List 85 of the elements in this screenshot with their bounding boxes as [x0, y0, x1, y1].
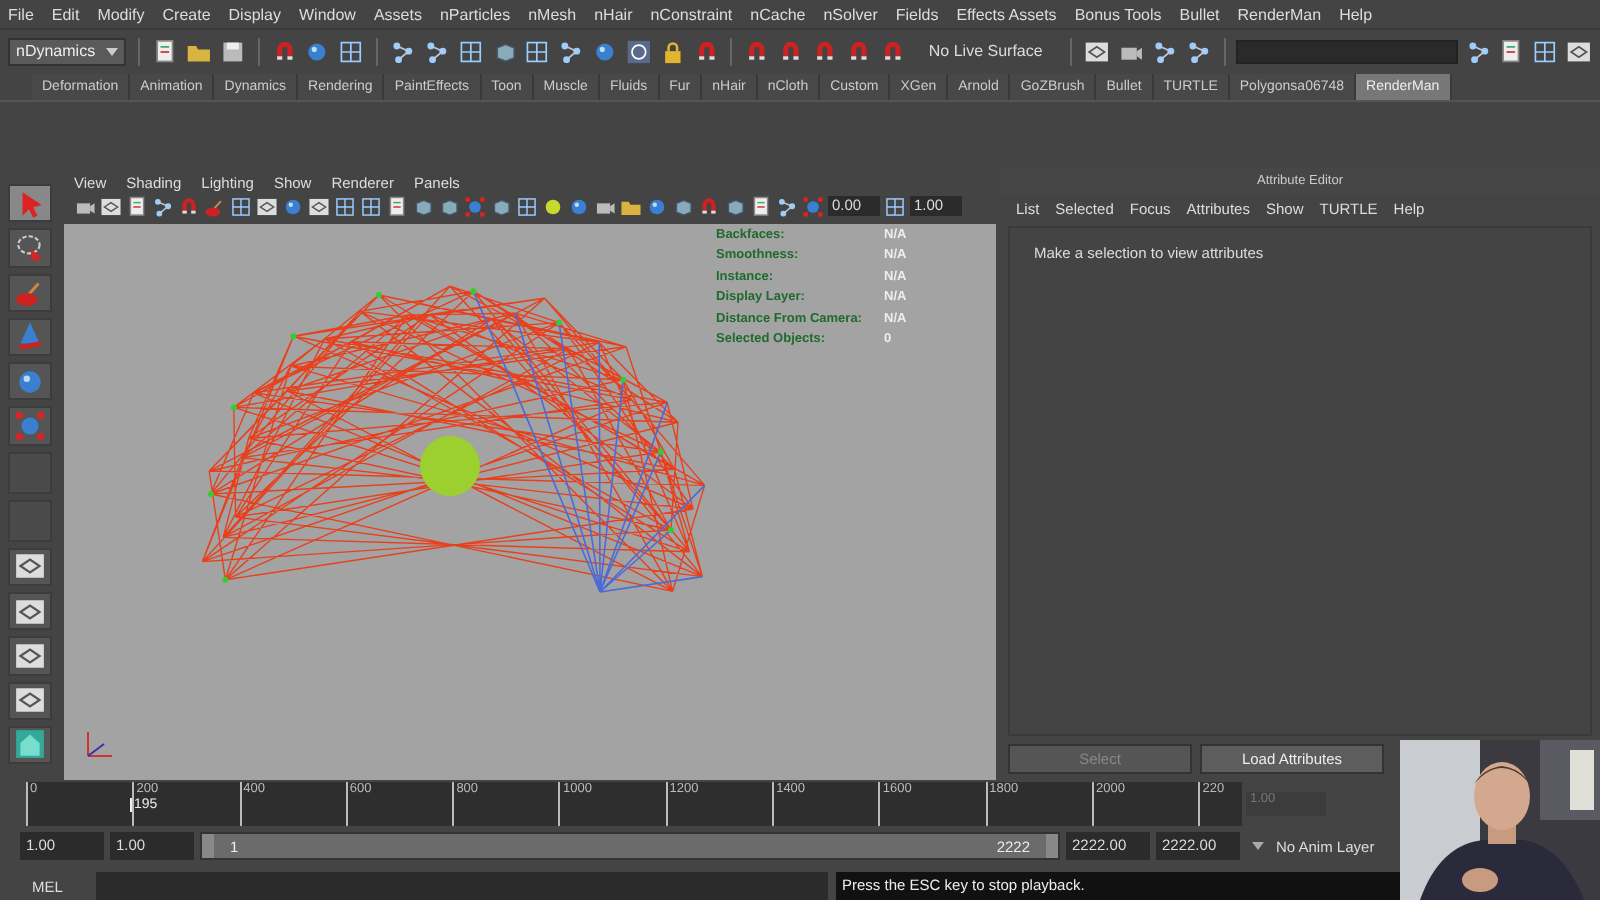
- menu-item[interactable]: Display: [228, 5, 281, 23]
- menu-item[interactable]: Help: [1339, 5, 1373, 23]
- layout-icon[interactable]: [14, 639, 46, 672]
- document-icon[interactable]: [152, 37, 179, 65]
- command-field[interactable]: [96, 872, 828, 900]
- magnet-icon[interactable]: [879, 37, 905, 65]
- magnet-icon[interactable]: [178, 195, 200, 218]
- nodes-icon[interactable]: [1185, 37, 1212, 65]
- sphere-icon[interactable]: [568, 195, 590, 218]
- mode-dropdown[interactable]: nDynamics: [8, 37, 127, 65]
- menu-item[interactable]: nSolver: [823, 5, 878, 23]
- menu-item[interactable]: Modify: [97, 5, 145, 23]
- nodes-icon[interactable]: [1151, 37, 1178, 65]
- menu-item[interactable]: Edit: [51, 5, 80, 23]
- cube-icon[interactable]: [412, 195, 434, 218]
- menu-item[interactable]: nParticles: [439, 5, 511, 23]
- caret-icon: [106, 47, 119, 55]
- menu-item[interactable]: nMesh: [528, 5, 577, 23]
- layout-icon[interactable]: [14, 550, 46, 583]
- nodes-icon[interactable]: [390, 37, 416, 65]
- cube-icon[interactable]: [490, 195, 512, 218]
- layout-icon[interactable]: [1084, 37, 1111, 65]
- grid-icon[interactable]: [230, 195, 252, 218]
- layout-icon[interactable]: [256, 195, 278, 218]
- cube-icon[interactable]: [672, 195, 694, 218]
- menu-item[interactable]: nConstraint: [650, 5, 733, 23]
- perspective-icon[interactable]: [14, 728, 46, 761]
- lasso-icon[interactable]: [14, 231, 46, 264]
- nodes-icon[interactable]: [423, 37, 450, 65]
- magnet-icon[interactable]: [811, 37, 838, 65]
- grid-icon[interactable]: [457, 37, 484, 65]
- menu-item[interactable]: nCache: [750, 5, 806, 23]
- axis-icon: [87, 730, 113, 757]
- layout-icon[interactable]: [14, 595, 46, 628]
- grid-icon[interactable]: [884, 195, 906, 218]
- menu-item[interactable]: nHair: [594, 5, 633, 23]
- sphere-icon[interactable]: [282, 195, 304, 218]
- brush-icon[interactable]: [204, 195, 226, 218]
- sphere-icon[interactable]: [646, 195, 668, 218]
- magnet-icon[interactable]: [693, 37, 719, 65]
- ball-icon[interactable]: [542, 195, 564, 218]
- document-icon[interactable]: [1498, 37, 1525, 65]
- input-field[interactable]: [1236, 39, 1458, 63]
- sphere-icon[interactable]: [592, 37, 618, 65]
- nodes-icon[interactable]: [1465, 37, 1491, 65]
- menu-item[interactable]: Window: [299, 5, 356, 23]
- live-surface-label: No Live Surface: [926, 42, 1045, 60]
- grid-icon[interactable]: [1532, 37, 1559, 65]
- cube-icon[interactable]: [491, 37, 517, 65]
- nodes-icon[interactable]: [776, 195, 798, 218]
- nodes-icon[interactable]: [152, 195, 174, 218]
- nodes-icon[interactable]: [558, 37, 585, 65]
- menu-item[interactable]: Assets: [373, 5, 422, 23]
- menu-item[interactable]: Create: [162, 5, 211, 23]
- menu-item[interactable]: File: [8, 5, 34, 23]
- menu-item[interactable]: Effects Assets: [956, 5, 1057, 23]
- document-icon[interactable]: [126, 195, 148, 218]
- cube-icon[interactable]: [724, 195, 746, 218]
- grid-icon[interactable]: [516, 195, 538, 218]
- magnet-icon[interactable]: [698, 195, 720, 218]
- sphere-icon[interactable]: [304, 37, 331, 65]
- layout-icon[interactable]: [100, 195, 122, 218]
- sphere-drawing: [420, 435, 480, 496]
- cube-icon[interactable]: [438, 195, 460, 218]
- menu-item[interactable]: RenderMan: [1237, 5, 1322, 23]
- layout-icon[interactable]: [14, 684, 46, 717]
- grid-icon[interactable]: [334, 195, 356, 218]
- lock-icon[interactable]: [659, 37, 686, 65]
- grid-icon[interactable]: [338, 37, 365, 65]
- grid-icon[interactable]: [360, 195, 382, 218]
- magnet-icon[interactable]: [271, 37, 297, 65]
- menu-item[interactable]: Bonus Tools: [1074, 5, 1162, 23]
- document-icon[interactable]: [750, 195, 772, 218]
- caret-icon: [1252, 842, 1264, 850]
- layout-icon[interactable]: [1566, 37, 1592, 65]
- layout-icon[interactable]: [308, 195, 330, 218]
- brush-icon[interactable]: [14, 276, 46, 309]
- magnet-icon[interactable]: [845, 37, 872, 65]
- magnet-icon[interactable]: [778, 37, 804, 65]
- magnet-icon[interactable]: [744, 37, 771, 65]
- menu-item[interactable]: Fields: [895, 5, 939, 23]
- grid-icon[interactable]: [524, 37, 551, 65]
- document-icon[interactable]: [386, 195, 408, 218]
- sphere-icon[interactable]: [14, 365, 46, 398]
- menu-item[interactable]: Bullet: [1179, 5, 1220, 23]
